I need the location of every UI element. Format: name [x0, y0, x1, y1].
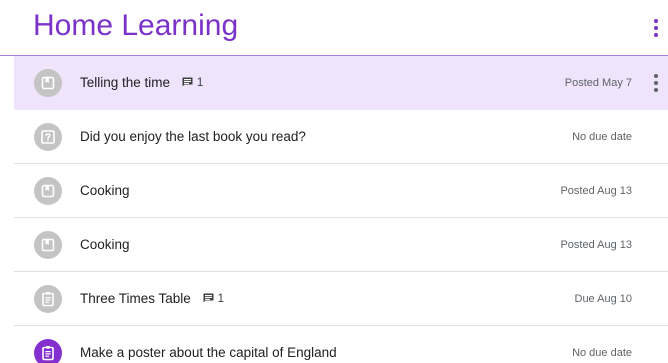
item-date: Posted Aug 13	[560, 185, 632, 197]
item-title-text: Three Times Table	[80, 291, 191, 306]
item-title: Did you enjoy the last book you read?	[80, 128, 306, 146]
classwork-list: Telling the time 1 Posted May 7 Did you …	[14, 56, 668, 363]
item-date: Due Aug 10	[574, 293, 633, 305]
item-title-text: Did you enjoy the last book you read?	[80, 129, 306, 144]
comment-count: 1	[203, 290, 224, 308]
item-date: Posted May 7	[564, 77, 632, 89]
item-title-text: Make a poster about the capital of Engla…	[80, 345, 337, 360]
comment-icon	[203, 293, 214, 303]
list-item[interactable]: Cooking Posted Aug 13	[14, 164, 668, 218]
classwork-topic-page: Home Learning Telling the time 1 Posted …	[0, 0, 668, 363]
list-item[interactable]: Three Times Table 1 Due Aug 10	[14, 272, 668, 326]
list-item[interactable]: Did you enjoy the last book you read? No…	[14, 110, 668, 164]
assignment-icon	[34, 339, 62, 363]
list-item[interactable]: Make a poster about the capital of Engla…	[14, 326, 668, 363]
assignment-icon	[34, 285, 62, 313]
material-icon	[34, 69, 62, 97]
item-date: No due date	[572, 347, 632, 359]
list-item[interactable]: Telling the time 1 Posted May 7	[14, 56, 668, 110]
item-date: Posted Aug 13	[560, 239, 632, 251]
item-title-text: Cooking	[80, 183, 130, 198]
topic-more-options-icon[interactable]	[650, 17, 662, 39]
item-title: Make a poster about the capital of Engla…	[80, 344, 337, 362]
item-title: Cooking	[80, 182, 130, 200]
comment-count-value: 1	[217, 293, 224, 305]
topic-title: Home Learning	[33, 9, 239, 42]
material-icon	[34, 177, 62, 205]
comment-count-value: 1	[196, 77, 204, 89]
item-more-options-icon[interactable]	[650, 72, 662, 94]
item-title: Telling the time 1	[80, 74, 203, 92]
topic-header: Home Learning	[0, 0, 668, 56]
item-title-text: Telling the time	[80, 75, 171, 90]
comment-count: 1	[182, 74, 203, 92]
item-title: Three Times Table 1	[80, 290, 224, 308]
item-title-text: Cooking	[80, 237, 130, 252]
item-date: No due date	[572, 131, 632, 143]
item-title: Cooking	[80, 236, 130, 254]
material-icon	[34, 231, 62, 259]
list-item[interactable]: Cooking Posted Aug 13	[14, 218, 668, 272]
comment-icon	[182, 77, 193, 87]
question-icon	[34, 123, 62, 151]
